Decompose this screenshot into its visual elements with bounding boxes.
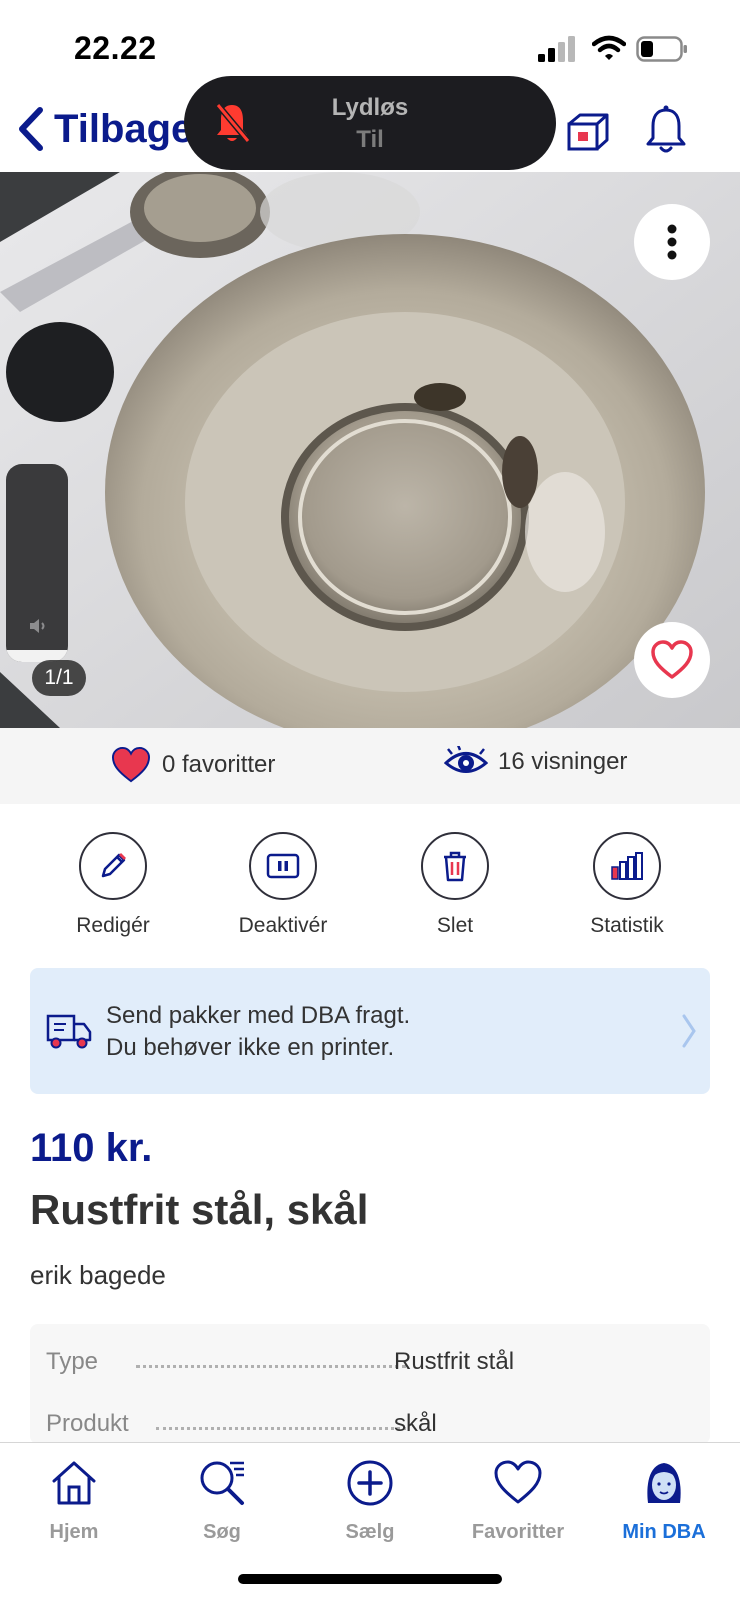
deactivate-circle xyxy=(249,832,317,900)
bell-icon[interactable] xyxy=(645,104,687,156)
edit-circle xyxy=(79,832,147,900)
heart-icon xyxy=(111,746,151,783)
delete-label: Slet xyxy=(436,914,474,937)
home-icon xyxy=(52,1461,96,1505)
battery-icon xyxy=(636,36,687,62)
attribute-leader-dots xyxy=(156,1424,406,1430)
image-counter: 1/1 xyxy=(32,660,86,696)
back-button[interactable]: Tilbage xyxy=(14,106,193,152)
product-photo xyxy=(0,172,740,728)
delivery-truck-icon xyxy=(46,1014,92,1049)
statistics-circle xyxy=(593,832,661,900)
listing-title: Rustfrit stål, skål xyxy=(30,1186,369,1233)
tab-favorites[interactable]: Favoritter xyxy=(444,1457,592,1544)
more-vertical-icon xyxy=(667,224,677,260)
pencil-icon xyxy=(101,853,126,878)
views-stat: 16 visninger xyxy=(444,746,627,778)
tab-favorites-label: Favoritter xyxy=(471,1521,565,1543)
attribute-value: Rustfrit stål xyxy=(394,1348,515,1375)
edit-button[interactable]: Redigér xyxy=(28,832,198,938)
trash-icon xyxy=(444,851,466,882)
delete-button[interactable]: Slet xyxy=(370,832,540,938)
silent-mode-title: Lydløs xyxy=(331,94,409,121)
tab-search-label: Søg xyxy=(203,1521,241,1543)
listing-seller: erik bagede xyxy=(30,1260,166,1290)
attribute-value: skål xyxy=(394,1410,437,1437)
favorites-stat: 0 favoritter xyxy=(110,746,275,784)
signal-icon xyxy=(538,36,575,62)
statistics-button[interactable]: Statistik xyxy=(542,832,712,938)
attributes-table: Type Rustfrit stål Produkt skål xyxy=(30,1324,710,1444)
tab-my-dba[interactable]: Min DBA xyxy=(590,1457,738,1544)
listing-stats: 0 favoritter 16 visninger xyxy=(0,728,740,804)
favorites-count: 0 favoritter xyxy=(162,751,276,778)
product-image[interactable] xyxy=(0,172,740,728)
chevron-right-icon xyxy=(682,1014,696,1048)
attribute-key: Produkt xyxy=(46,1410,129,1437)
favorite-button[interactable] xyxy=(634,622,710,698)
tab-home[interactable]: Hjem xyxy=(0,1457,148,1544)
more-options-button[interactable] xyxy=(634,204,710,280)
tab-home-label: Hjem xyxy=(49,1521,99,1543)
pause-icon xyxy=(266,853,300,879)
edit-label: Redigér xyxy=(76,914,150,937)
plus-circle-icon xyxy=(347,1460,393,1506)
shipping-banner[interactable]: Send pakker med DBA fragt. Du behøver ik… xyxy=(30,968,710,1094)
attribute-row: Produkt skål xyxy=(46,1410,696,1444)
heart-outline-icon xyxy=(651,640,693,679)
heart-icon xyxy=(494,1460,542,1504)
shipping-text-line2: Du behøver ikke en printer. xyxy=(106,1034,395,1061)
speaker-icon xyxy=(30,619,45,633)
wifi-icon xyxy=(592,35,626,60)
attribute-key: Type xyxy=(46,1348,99,1375)
attribute-leader-dots xyxy=(136,1362,406,1368)
listing-actions: Redigér Deaktivér Slet Statistik xyxy=(0,832,740,942)
tab-my-dba-label: Min DBA xyxy=(622,1521,706,1543)
delete-circle xyxy=(421,832,489,900)
chevron-left-icon xyxy=(19,107,43,151)
volume-indicator xyxy=(6,464,68,662)
tab-search[interactable]: Søg xyxy=(148,1457,296,1544)
shipping-text-line1: Send pakker med DBA fragt. xyxy=(106,1002,411,1029)
profile-avatar-icon xyxy=(647,1463,681,1503)
deactivate-button[interactable]: Deaktivér xyxy=(198,832,368,938)
views-count: 16 visninger xyxy=(498,748,628,775)
tab-sell[interactable]: Sælg xyxy=(296,1457,444,1544)
deactivate-label: Deaktivér xyxy=(238,914,328,937)
back-label: Tilbage xyxy=(54,106,194,151)
silent-mode-toast: Lydløs Til xyxy=(184,76,556,170)
home-indicator xyxy=(238,1574,502,1584)
status-time: 22.22 xyxy=(74,30,157,66)
tab-sell-label: Sælg xyxy=(345,1521,395,1543)
attribute-row: Type Rustfrit stål xyxy=(46,1348,696,1388)
listing-price: 110 kr. xyxy=(30,1126,153,1170)
silent-mode-status: Til xyxy=(356,126,384,153)
eye-icon xyxy=(444,746,488,773)
bar-chart-icon xyxy=(611,852,643,880)
package-icon[interactable] xyxy=(566,112,610,152)
search-icon xyxy=(200,1461,244,1505)
statistics-label: Statistik xyxy=(590,914,664,937)
